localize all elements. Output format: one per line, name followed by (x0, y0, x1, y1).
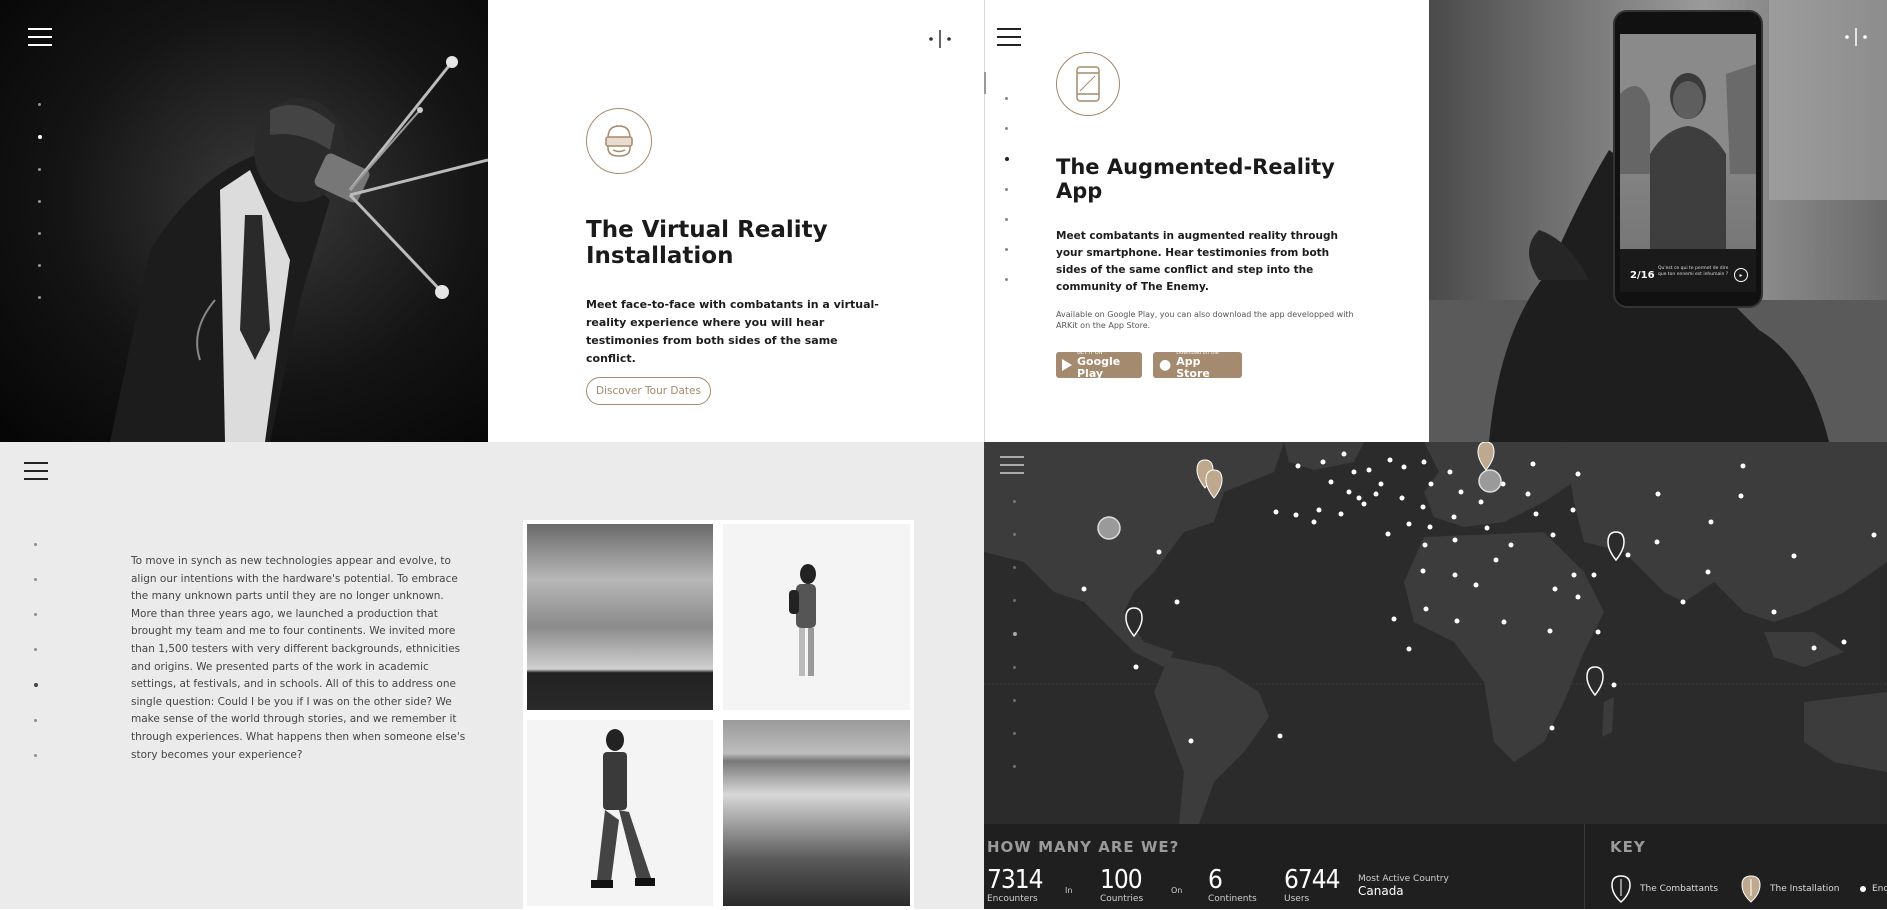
key-item-installation: The Installation (1740, 874, 1839, 904)
stat-number: 6744 (1284, 865, 1341, 895)
story-panel: To move in synch as new technologies app… (0, 442, 984, 909)
phone-screen: 2/16 Qu'est ce qui te permet de dire que… (1620, 34, 1756, 292)
world-map[interactable] (984, 442, 1887, 824)
ar-title: The Augmented-Reality App (1056, 155, 1335, 204)
gallery-photo-soldier-walking[interactable] (527, 720, 713, 906)
most-active-value: Canada (1358, 884, 1404, 898)
ar-store-note: Available on Google Play, you can also d… (1056, 310, 1354, 330)
world-map-panel: HOW MANY ARE WE? 7314 Encounters In 100 … (984, 442, 1887, 909)
stat-countries: 100 Countries (1100, 866, 1143, 904)
story-text: To move in synch as new technologies app… (131, 555, 466, 761)
vr-person-photo (110, 56, 488, 442)
stat-users: 6744 Users (1284, 865, 1341, 904)
vr-headset-icon (586, 108, 652, 174)
stats-bar: HOW MANY ARE WE? 7314 Encounters In 100 … (984, 824, 1887, 909)
stat-number: 100 (1100, 865, 1143, 895)
combatant-pin-icon (1611, 875, 1631, 904)
app-store-label: App Store (1176, 355, 1210, 380)
phone-caption: Qu'est ce qui te permet de dire que ton … (1658, 266, 1729, 277)
ar-text-panel: The Augmented-Reality App Meet combatant… (985, 0, 1429, 442)
section-dots-nav[interactable] (34, 543, 38, 757)
stats-heading: HOW MANY ARE WE? (987, 838, 1180, 856)
stat-number: 7314 (987, 865, 1044, 895)
section-dots-nav[interactable] (1013, 500, 1017, 768)
vr-photo-panel (0, 0, 488, 442)
ar-description: Meet combatants in augmented reality thr… (1056, 230, 1338, 293)
stat-connector: In (1065, 886, 1073, 895)
encounter-dot-icon (1860, 886, 1866, 892)
gallery-photo-clouds[interactable] (527, 524, 713, 710)
google-play-label: Google Play (1077, 355, 1121, 380)
google-play-badge[interactable]: GET IT ON Google Play (1056, 350, 1142, 380)
vr-text-panel: The Virtual Reality Installation Meet fa… (488, 0, 984, 442)
discover-tour-dates-button[interactable]: Discover Tour Dates (586, 377, 711, 405)
stat-label: Continents (1208, 894, 1257, 904)
menu-icon[interactable] (24, 462, 48, 482)
stat-label: Encounters (987, 894, 1038, 904)
vr-description: Meet face-to-face with combatants in a v… (586, 298, 879, 365)
stat-encounters: 7314 Encounters (987, 865, 1044, 904)
stat-label: Users (1284, 894, 1310, 904)
phone-next-button[interactable]: ▸ (1734, 268, 1748, 282)
menu-icon[interactable] (997, 28, 1021, 48)
soldier-portrait (1620, 34, 1756, 292)
key-item-encounters: Encounters (1860, 884, 1887, 894)
ar-phone-photo-panel: 2/16 Qu'est ce qui te permet de dire que… (1429, 0, 1887, 442)
gallery-photo-boy-backpack[interactable] (723, 524, 910, 710)
section-dots-nav[interactable] (1005, 97, 1009, 281)
apple-icon: ● (1159, 357, 1172, 373)
menu-icon[interactable] (28, 28, 52, 48)
menu-icon[interactable] (1000, 456, 1024, 476)
key-item-combattants: The Combattants (1610, 874, 1718, 904)
key-label: The Combattants (1640, 884, 1718, 894)
installation-pin-icon (1741, 875, 1761, 903)
phone-counter: 2/16 (1630, 270, 1655, 281)
google-play-icon (1062, 359, 1072, 371)
stat-continents: 6 Continents (1208, 866, 1257, 904)
smartphone-device: 2/16 Qu'est ce qui te permet de dire que… (1613, 10, 1763, 308)
stat-number: 6 (1208, 865, 1223, 895)
stat-label: Countries (1100, 894, 1144, 904)
most-active-country: Most Active Country Canada (1358, 874, 1449, 898)
key-label: Encounters (1872, 884, 1887, 894)
scroll-indicator[interactable] (984, 72, 986, 94)
key-label: The Installation (1770, 884, 1840, 894)
stat-connector: On (1171, 886, 1183, 895)
vr-title: The Virtual Reality Installation (586, 217, 828, 270)
most-active-label: Most Active Country (1358, 874, 1449, 884)
app-store-badge[interactable]: ● Download on the App Store (1153, 350, 1242, 380)
split-logo-icon[interactable] (928, 28, 952, 50)
split-logo-icon[interactable] (1844, 26, 1868, 48)
section-dots-nav[interactable] (38, 103, 42, 299)
key-heading: KEY (1610, 838, 1646, 856)
key-divider (1584, 824, 1585, 909)
gallery-photo-sea[interactable] (723, 720, 910, 906)
smartphone-icon (1056, 52, 1120, 116)
photo-gallery (523, 520, 914, 909)
